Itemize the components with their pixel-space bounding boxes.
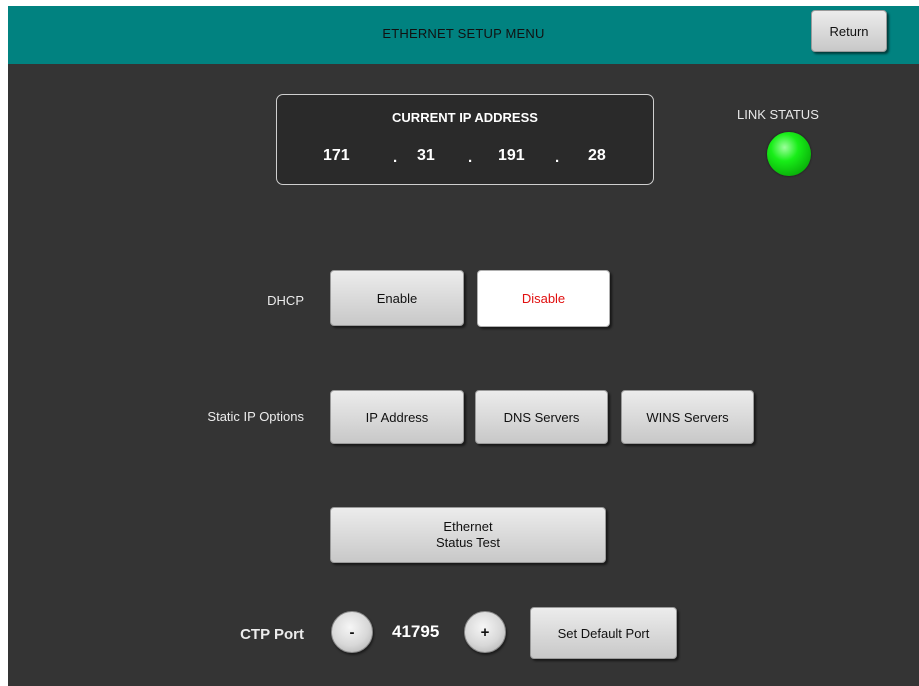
ip-octet-3: 191 — [498, 147, 525, 164]
ip-separator: . — [393, 149, 398, 166]
dhcp-label: DHCP — [267, 293, 304, 308]
current-ip-panel: CURRENT IP ADDRESS 171 . 31 . 191 . 28 — [276, 94, 654, 185]
ip-separator: . — [468, 149, 473, 166]
dhcp-enable-button[interactable]: Enable — [330, 270, 464, 326]
link-status-led-icon — [767, 132, 811, 176]
wins-servers-button[interactable]: WINS Servers — [621, 390, 754, 444]
ethernet-setup-screen: ETHERNET SETUP MENU Return CURRENT IP AD… — [8, 6, 919, 686]
header-bar: ETHERNET SETUP MENU Return — [8, 6, 919, 64]
dns-servers-button[interactable]: DNS Servers — [475, 390, 608, 444]
ip-octet-4: 28 — [588, 147, 606, 164]
page-title: ETHERNET SETUP MENU — [382, 26, 545, 41]
set-default-port-button[interactable]: Set Default Port — [530, 607, 677, 659]
static-ip-options-label: Static IP Options — [207, 409, 304, 424]
ctp-port-value: 41795 — [392, 622, 440, 641]
link-status-label: LINK STATUS — [737, 107, 819, 122]
ip-separator: . — [555, 149, 560, 166]
dhcp-disable-button[interactable]: Disable — [477, 270, 610, 327]
ip-address-button[interactable]: IP Address — [330, 390, 464, 444]
port-decrement-button[interactable]: - — [331, 611, 373, 653]
port-increment-button[interactable]: + — [464, 611, 506, 653]
ip-octet-2: 31 — [417, 147, 435, 164]
ctp-port-label: CTP Port — [240, 626, 304, 643]
ip-octet-1: 171 — [323, 147, 350, 164]
return-button[interactable]: Return — [811, 10, 887, 52]
status-test-label-line2: Status Test — [435, 535, 501, 550]
status-test-label-line1: Ethernet — [443, 519, 493, 534]
ethernet-status-test-button[interactable]: Ethernet Status Test — [330, 507, 606, 563]
current-ip-title: CURRENT IP ADDRESS — [392, 110, 538, 125]
